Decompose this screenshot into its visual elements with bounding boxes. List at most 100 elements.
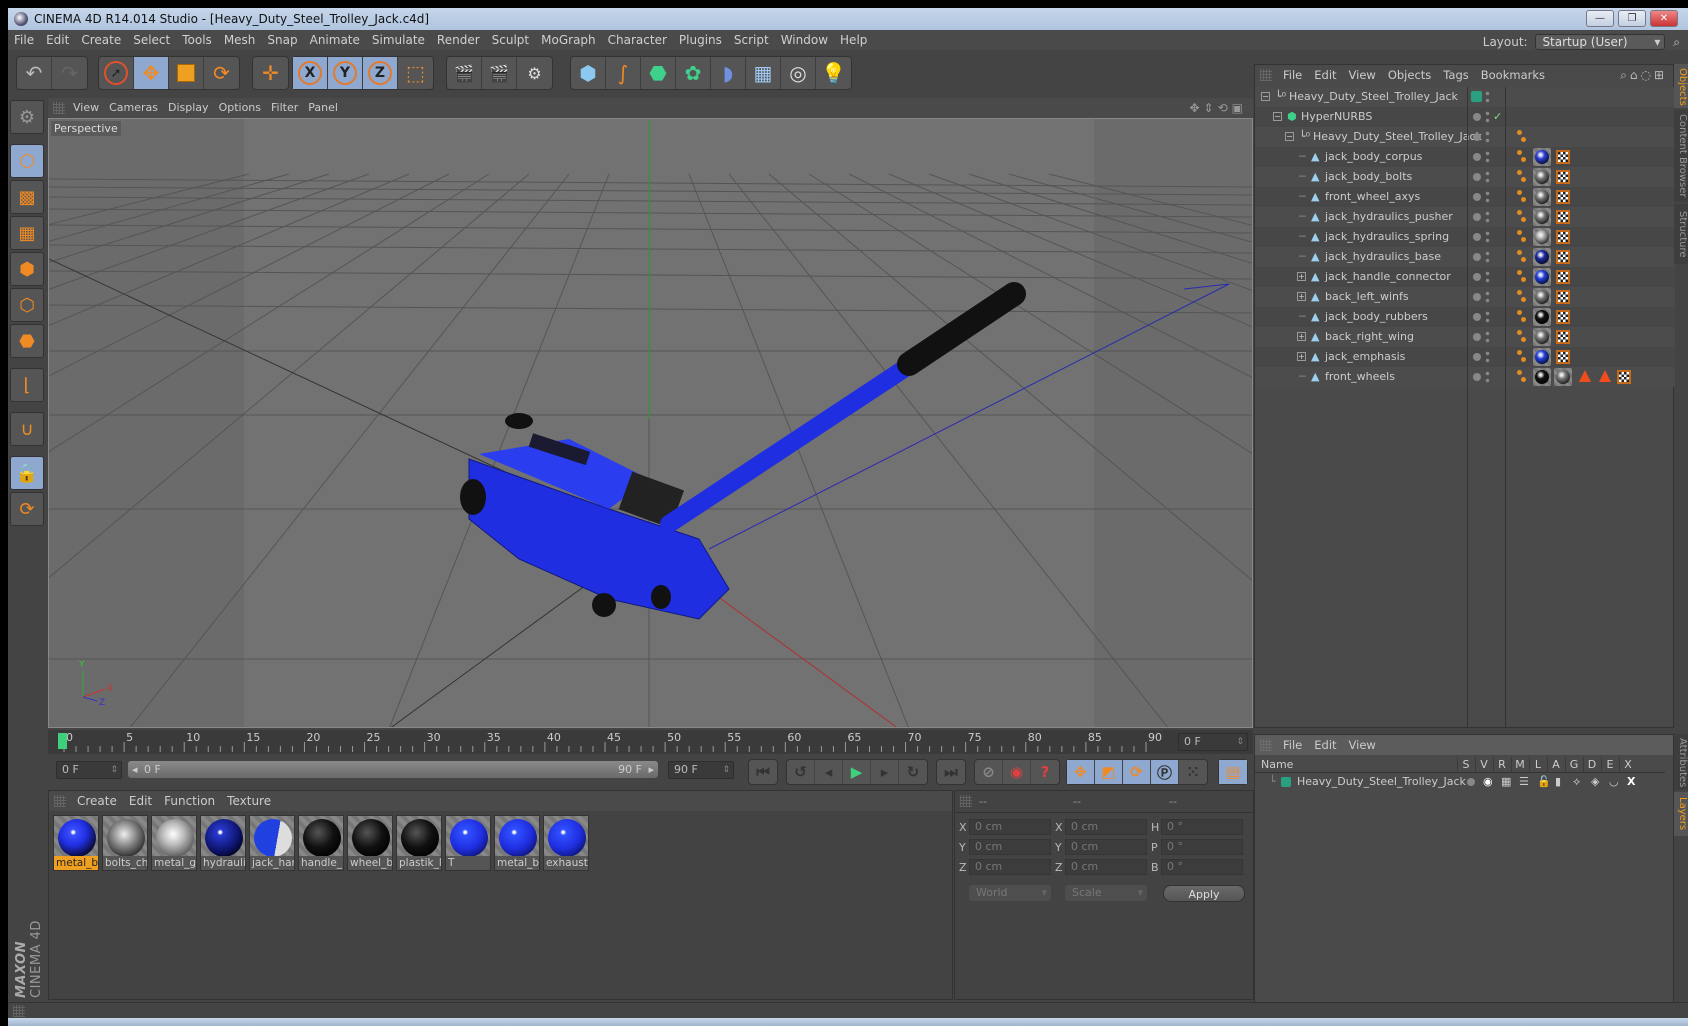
- tab-attributes[interactable]: Attributes: [1674, 734, 1688, 790]
- phong-tag-icon[interactable]: [1517, 330, 1527, 344]
- pan-icon[interactable]: ✥: [1189, 101, 1203, 115]
- panel-grip[interactable]: [53, 102, 65, 114]
- deformer-icon[interactable]: ◗: [711, 57, 746, 89]
- layer-column-r[interactable]: R: [1493, 757, 1510, 773]
- layer-color-swatch[interactable]: [1471, 91, 1482, 102]
- scale-icon[interactable]: [169, 57, 204, 89]
- size-field[interactable]: 0 cm: [1065, 839, 1147, 855]
- menu-animate[interactable]: Animate: [304, 30, 366, 50]
- material-menu-edit[interactable]: Edit: [123, 791, 158, 811]
- uvw-tag-icon[interactable]: [1556, 270, 1570, 284]
- phong-tag-icon[interactable]: [1517, 350, 1527, 364]
- points-mode-icon[interactable]: ⬢: [10, 252, 44, 286]
- material-swatch[interactable]: metal_b: [53, 815, 99, 871]
- object-row[interactable]: ─ ▲ front_wheel_axys: [1255, 187, 1675, 207]
- viewport-menu-filter[interactable]: Filter: [266, 98, 303, 118]
- autokey-icon[interactable]: ◉: [1003, 760, 1031, 784]
- object-name[interactable]: HyperNURBS: [1301, 107, 1372, 127]
- object-name[interactable]: jack_body_rubbers: [1325, 307, 1428, 327]
- layer-name[interactable]: Heavy_Duty_Steel_Trolley_Jack: [1297, 773, 1466, 791]
- visibility-toggle[interactable]: [1485, 130, 1490, 144]
- expand-toggle[interactable]: +: [1297, 352, 1306, 361]
- search-icon[interactable]: ⌕: [1620, 68, 1630, 82]
- object-menu-view[interactable]: View: [1343, 65, 1382, 85]
- layer-column-name[interactable]: Name: [1261, 757, 1293, 773]
- visibility-toggle[interactable]: [1485, 370, 1490, 384]
- live-selection-icon[interactable]: ➚: [99, 57, 134, 89]
- 3d-viewport[interactable]: Y X Z Perspective: [48, 118, 1253, 728]
- point-level-icon[interactable]: ⁙: [1179, 760, 1207, 784]
- range-end-field[interactable]: 90 F ⇕: [668, 761, 734, 779]
- layer-generators-icon[interactable]: ⟡: [1573, 773, 1580, 791]
- material-swatch[interactable]: bolts_ch: [102, 815, 148, 871]
- texture-tag-icon[interactable]: [1533, 228, 1551, 246]
- range-start-field[interactable]: 0 F ⇕: [56, 761, 122, 779]
- coordinate-system-icon[interactable]: ⬚: [398, 57, 433, 89]
- material-swatch[interactable]: plastik_l: [396, 815, 442, 871]
- object-row[interactable]: + ▲ back_right_wing: [1255, 327, 1675, 347]
- phong-tag-icon[interactable]: [1517, 210, 1527, 224]
- visibility-toggle[interactable]: [1485, 190, 1490, 204]
- size-field[interactable]: 0 cm: [1065, 819, 1147, 835]
- coordinate-space-dropdown[interactable]: World: [969, 885, 1051, 901]
- object-menu-bookmarks[interactable]: Bookmarks: [1475, 65, 1551, 85]
- slider-left-arrow[interactable]: ◂: [132, 761, 138, 778]
- menu-plugins[interactable]: Plugins: [673, 30, 728, 50]
- texture-tag-icon[interactable]: [1533, 188, 1551, 206]
- light-icon[interactable]: 💡: [816, 57, 851, 89]
- enabled-check-icon[interactable]: ✓: [1493, 107, 1502, 127]
- viewport-camera-label[interactable]: Perspective: [51, 121, 121, 136]
- collapse-toggle[interactable]: −: [1285, 132, 1294, 141]
- visibility-toggle[interactable]: [1485, 230, 1490, 244]
- layout-dropdown[interactable]: Startup (User): [1535, 34, 1666, 50]
- object-row[interactable]: ─ ▲ jack_hydraulics_pusher: [1255, 207, 1675, 227]
- floor-icon[interactable]: ▦: [746, 57, 781, 89]
- size-field[interactable]: 0 cm: [1065, 859, 1147, 875]
- magnet-icon[interactable]: ∪: [10, 412, 44, 446]
- keyframe-selection-icon[interactable]: ?: [1031, 760, 1059, 784]
- current-frame-marker[interactable]: [58, 733, 67, 749]
- object-menu-file[interactable]: File: [1277, 65, 1308, 85]
- menu-create[interactable]: Create: [75, 30, 127, 50]
- workplane-mode-icon[interactable]: ▦: [10, 216, 44, 250]
- object-name[interactable]: front_wheel_axys: [1325, 187, 1420, 207]
- material-swatch[interactable]: handle_: [298, 815, 344, 871]
- texture-tag-icon[interactable]: [1533, 148, 1551, 166]
- rotation-field[interactable]: 0 °: [1161, 859, 1243, 875]
- visibility-toggle[interactable]: [1485, 150, 1490, 164]
- visibility-toggle[interactable]: [1485, 350, 1490, 364]
- layer-dot[interactable]: [1473, 153, 1481, 161]
- layer-column-x[interactable]: X: [1619, 757, 1636, 773]
- previous-key-icon[interactable]: ↺: [787, 760, 815, 784]
- layer-menu-edit[interactable]: Edit: [1308, 735, 1342, 755]
- material-menu-create[interactable]: Create: [71, 791, 123, 811]
- layer-dot[interactable]: [1473, 193, 1481, 201]
- go-to-start-icon[interactable]: ⏮: [749, 760, 777, 784]
- rotation-field[interactable]: 0 °: [1161, 819, 1243, 835]
- undo-icon[interactable]: ↶: [17, 57, 52, 89]
- layer-column-s[interactable]: S: [1457, 757, 1474, 773]
- snap-workplane-icon[interactable]: ⟳: [10, 492, 44, 526]
- phong-tag-icon[interactable]: [1517, 150, 1527, 164]
- expand-toggle[interactable]: +: [1297, 272, 1306, 281]
- viewport-menu-options[interactable]: Options: [214, 98, 266, 118]
- layer-deformers-icon[interactable]: ◈: [1591, 773, 1599, 791]
- object-row[interactable]: − └⁰ Heavy_Duty_Steel_Trolley_Jack: [1255, 87, 1675, 107]
- menu-edit[interactable]: Edit: [40, 30, 75, 50]
- phong-tag-icon[interactable]: [1517, 170, 1527, 184]
- layer-row[interactable]: └ Heavy_Duty_Steel_Trolley_Jack ◉ ▦ ☰ 🔓 …: [1255, 773, 1665, 791]
- phong-tag-icon[interactable]: [1517, 230, 1527, 244]
- object-name[interactable]: jack_body_bolts: [1325, 167, 1412, 187]
- restore-button[interactable]: ❐: [1618, 10, 1646, 27]
- minimize-button[interactable]: —: [1586, 10, 1614, 27]
- go-to-end-icon[interactable]: ⏭: [937, 760, 965, 784]
- play-icon[interactable]: ▶: [843, 760, 871, 784]
- layer-dot[interactable]: [1473, 173, 1481, 181]
- object-name[interactable]: jack_handle_connector: [1325, 267, 1451, 287]
- viewport-menu-cameras[interactable]: Cameras: [104, 98, 163, 118]
- polygons-mode-icon[interactable]: ⬣: [10, 324, 44, 358]
- uvw-tag-icon[interactable]: [1556, 330, 1570, 344]
- layer-manager-icon[interactable]: ☰: [1519, 773, 1529, 791]
- expand-toggle[interactable]: +: [1297, 292, 1306, 301]
- previous-frame-icon[interactable]: ◂: [815, 760, 843, 784]
